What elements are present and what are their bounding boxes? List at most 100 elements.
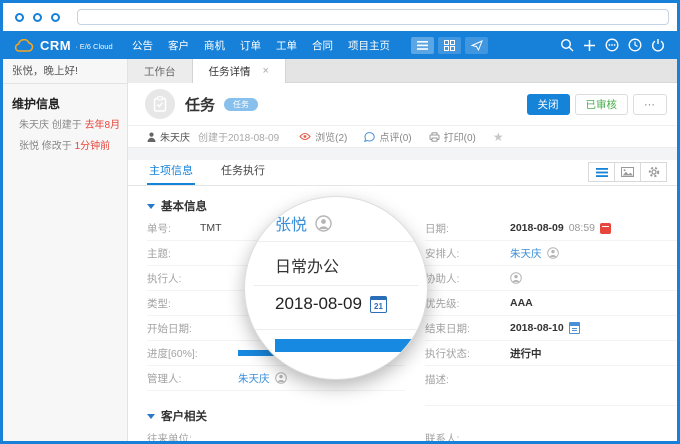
menu-item-customers[interactable]: 客户 bbox=[168, 38, 189, 53]
send-button[interactable] bbox=[465, 37, 488, 54]
comment-icon bbox=[364, 132, 375, 142]
creator-name: 朱天庆 bbox=[160, 129, 190, 144]
tab-close-icon[interactable]: × bbox=[263, 65, 269, 77]
history-clock-icon[interactable] bbox=[628, 38, 642, 52]
created-info-text: 朱天庆 创建于 bbox=[19, 120, 85, 131]
menu-item-contracts[interactable]: 合同 bbox=[312, 38, 333, 53]
modified-info-line: 张悦 修改于 1分钟前 bbox=[19, 140, 127, 154]
comments-label: 点评(0) bbox=[379, 129, 411, 144]
subtab-task-execution[interactable]: 任务执行 bbox=[219, 162, 267, 185]
page-title: 任务 bbox=[185, 94, 215, 115]
menu-item-announcements[interactable]: 公告 bbox=[132, 38, 153, 53]
basic-info-section-header[interactable]: 基本信息 bbox=[147, 196, 677, 216]
magnifier-lens: 张悦 日常办公 2018-08-09 21 bbox=[244, 196, 428, 380]
gear-icon bbox=[648, 166, 660, 178]
lens-progress-bar bbox=[275, 339, 428, 352]
field-label: 单号: bbox=[147, 221, 200, 236]
date-value: 2018-08-09 bbox=[510, 222, 564, 234]
menu-item-opportunities[interactable]: 商机 bbox=[204, 38, 225, 53]
lens-executor-name: 张悦 bbox=[275, 211, 307, 235]
brand-logo[interactable]: CRM · E/6 Cloud bbox=[14, 38, 132, 53]
eye-icon bbox=[299, 132, 311, 141]
views-label: 浏览(2) bbox=[315, 129, 347, 144]
tab-workbench[interactable]: 工作台 bbox=[128, 59, 193, 83]
list-layout-button[interactable] bbox=[588, 162, 615, 182]
search-icon[interactable] bbox=[560, 38, 574, 52]
menu-item-project-home[interactable]: 项目主页 bbox=[348, 38, 390, 53]
image-icon bbox=[621, 167, 634, 177]
brand-name: CRM bbox=[40, 38, 71, 53]
creator-item[interactable]: 朱天庆 bbox=[147, 129, 190, 144]
url-bar[interactable] bbox=[77, 9, 669, 25]
avatar-icon[interactable] bbox=[510, 272, 522, 284]
lens-divider bbox=[253, 241, 419, 242]
list-icon bbox=[596, 168, 608, 177]
field-label: 主题: bbox=[147, 246, 200, 261]
browser-chrome bbox=[3, 3, 677, 31]
arranger-link[interactable]: 朱天庆 bbox=[510, 246, 542, 261]
power-icon[interactable] bbox=[651, 38, 665, 52]
gallery-layout-button[interactable] bbox=[614, 162, 641, 182]
customer-left-column: 往来单位: bbox=[147, 426, 405, 441]
close-task-button[interactable]: 关闭 bbox=[527, 94, 570, 115]
task-meta-row: 朱天庆 创建于2018-08-09 浏览(2) 点评(0) bbox=[128, 125, 677, 148]
grid-view-button[interactable] bbox=[438, 37, 461, 54]
manager-link[interactable]: 朱天庆 bbox=[238, 371, 270, 386]
lens-start-date: 2018-08-09 bbox=[275, 294, 362, 314]
avatar-icon[interactable] bbox=[275, 372, 287, 384]
cloud-icon bbox=[14, 39, 34, 52]
window-control-icon[interactable] bbox=[33, 13, 42, 22]
customer-right-column: 联系人: bbox=[405, 426, 677, 441]
maintenance-info-title: 维护信息 bbox=[12, 95, 127, 112]
lens-type-value: 日常办公 bbox=[275, 253, 339, 277]
print-label: 打印(0) bbox=[444, 129, 476, 144]
menu-item-work-orders[interactable]: 工单 bbox=[276, 38, 297, 53]
lens-date-row: 2018-08-09 21 bbox=[275, 294, 387, 314]
field-label: 协助人: bbox=[425, 271, 510, 286]
calendar-red-icon[interactable] bbox=[600, 223, 611, 234]
comments-counter[interactable]: 点评(0) bbox=[364, 129, 411, 144]
tab-workbench-label: 工作台 bbox=[144, 64, 176, 79]
avatar-icon bbox=[315, 215, 332, 232]
reviewed-button[interactable]: 已审核 bbox=[575, 94, 629, 115]
more-circle-icon[interactable] bbox=[605, 38, 619, 52]
field-label: 优先级: bbox=[425, 296, 510, 311]
basic-info-title: 基本信息 bbox=[161, 198, 207, 214]
plus-icon[interactable] bbox=[583, 39, 596, 52]
more-actions-button[interactable]: ⋯ bbox=[633, 94, 667, 115]
print-counter[interactable]: 打印(0) bbox=[429, 129, 476, 144]
nav-view-tools bbox=[411, 37, 492, 54]
brand-suffix: · E/6 Cloud bbox=[75, 42, 113, 51]
field-label: 类型: bbox=[147, 296, 200, 311]
field-end-date: 结束日期: 2018-08-10 bbox=[425, 316, 677, 341]
views-counter[interactable]: 浏览(2) bbox=[299, 129, 347, 144]
calendar-picker-icon: 21 bbox=[370, 296, 387, 313]
view-toolbar bbox=[589, 162, 667, 182]
field-label: 开始日期: bbox=[147, 321, 200, 336]
field-description: 描述: bbox=[425, 366, 677, 406]
field-label: 执行状态: bbox=[425, 346, 510, 361]
calendar-blue-icon[interactable] bbox=[569, 322, 580, 334]
avatar-icon[interactable] bbox=[547, 247, 559, 259]
window-control-icon[interactable] bbox=[51, 13, 60, 22]
settings-button[interactable] bbox=[640, 162, 667, 182]
nav-right-icons bbox=[560, 38, 665, 52]
collapse-triangle-icon bbox=[147, 414, 155, 419]
star-icon[interactable]: ★ bbox=[493, 130, 504, 144]
subtab-main-info[interactable]: 主项信息 bbox=[147, 162, 195, 185]
list-view-button[interactable] bbox=[411, 37, 434, 54]
field-execution-status: 执行状态: 进行中 bbox=[425, 341, 677, 366]
greeting-text: 张悦，晚上好! bbox=[3, 59, 127, 84]
end-date-value: 2018-08-10 bbox=[510, 322, 564, 334]
menu-item-orders[interactable]: 订单 bbox=[240, 38, 261, 53]
field-contact: 联系人: bbox=[425, 426, 677, 441]
customer-section-header[interactable]: 客户相关 bbox=[147, 406, 677, 426]
tab-task-detail[interactable]: 任务详情 × bbox=[193, 59, 286, 83]
subtab-bar: 主项信息 任务执行 bbox=[128, 160, 677, 186]
lens-executor-row: 张悦 bbox=[275, 211, 332, 235]
task-header: 任务 任务 关闭 已审核 ⋯ bbox=[128, 83, 677, 125]
browser-window: CRM · E/6 Cloud 公告 客户 商机 订单 工单 合同 项目主页 bbox=[0, 0, 680, 444]
window-control-icon[interactable] bbox=[15, 13, 24, 22]
sidebar: 张悦，晚上好! 维护信息 朱天庆 创建于 去年8月 张悦 修改于 1分钟前 bbox=[3, 59, 128, 441]
form-right-column: 日期: 2018-08-09 08:59 安排人: 朱天庆 bbox=[405, 216, 677, 406]
